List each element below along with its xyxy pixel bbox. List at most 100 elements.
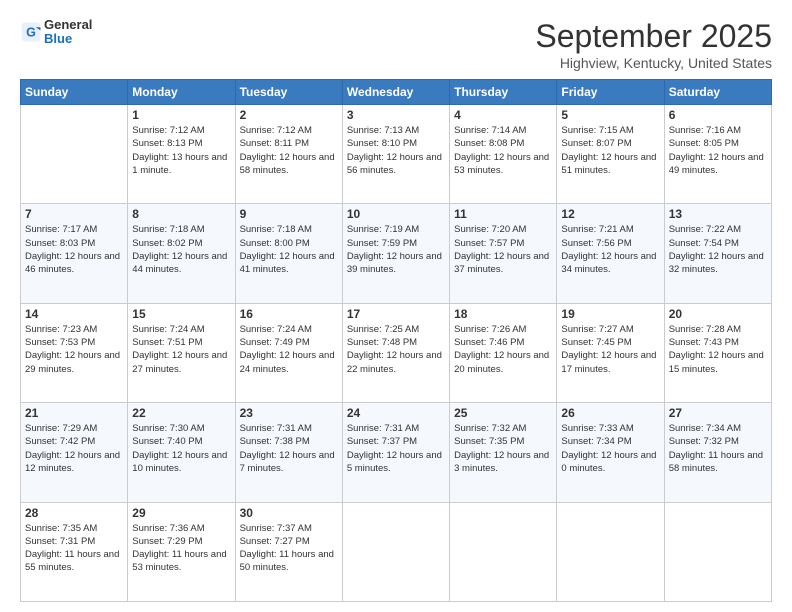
calendar-cell: 28 Sunrise: 7:35 AMSunset: 7:31 PMDayligh… [21, 502, 128, 601]
day-number: 11 [454, 207, 552, 221]
calendar-cell: 29Sunrise: 7:36 AMSunset: 7:29 PMDayligh… [128, 502, 235, 601]
calendar-title: September 2025 [535, 18, 772, 55]
day-number: 4 [454, 108, 552, 122]
cell-info: Sunrise: 7:18 AMSunset: 8:00 PMDaylight:… [240, 223, 338, 276]
cell-info: Sunrise: 7:20 AMSunset: 7:57 PMDaylight:… [454, 223, 552, 276]
day-header-saturday: Saturday [664, 80, 771, 105]
calendar-subtitle: Highview, Kentucky, United States [535, 55, 772, 71]
calendar-cell: 17Sunrise: 7:25 AMSunset: 7:48 PMDayligh… [342, 303, 449, 402]
week-row-3: 14 Sunrise: 7:23 AMSunset: 7:53 PMDayligh… [21, 303, 772, 402]
day-number: 5 [561, 108, 659, 122]
week-row-4: 21 Sunrise: 7:29 AMSunset: 7:42 PMDayligh… [21, 403, 772, 502]
cell-info: Sunrise: 7:27 AMSunset: 7:45 PMDaylight:… [561, 323, 659, 376]
day-number: 10 [347, 207, 445, 221]
cell-info: Sunrise: 7:31 AMSunset: 7:38 PMDaylight:… [240, 422, 338, 475]
days-header-row: SundayMondayTuesdayWednesdayThursdayFrid… [21, 80, 772, 105]
calendar-cell: 11 Sunrise: 7:20 AMSunset: 7:57 PMDayligh… [450, 204, 557, 303]
cell-info: Sunrise: 7:13 AMSunset: 8:10 PMDaylight:… [347, 124, 445, 177]
cell-info: Sunrise: 7:16 AMSunset: 8:05 PMDaylight:… [669, 124, 767, 177]
day-header-tuesday: Tuesday [235, 80, 342, 105]
calendar-cell: 12Sunrise: 7:21 AMSunset: 7:56 PMDayligh… [557, 204, 664, 303]
day-number: 26 [561, 406, 659, 420]
logo: G General Blue [20, 18, 92, 47]
day-number: 29 [132, 506, 230, 520]
svg-text:G: G [26, 26, 36, 40]
calendar-table: SundayMondayTuesdayWednesdayThursdayFrid… [20, 79, 772, 602]
day-number: 2 [240, 108, 338, 122]
day-number: 30 [240, 506, 338, 520]
cell-info: Sunrise: 7:33 AMSunset: 7:34 PMDaylight:… [561, 422, 659, 475]
cell-info: Sunrise: 7:35 AMSunset: 7:31 PMDaylight:… [25, 522, 123, 575]
day-number: 22 [132, 406, 230, 420]
calendar-cell: 19 Sunrise: 7:27 AMSunset: 7:45 PMDayligh… [557, 303, 664, 402]
day-number: 19 [561, 307, 659, 321]
cell-info: Sunrise: 7:14 AMSunset: 8:08 PMDaylight:… [454, 124, 552, 177]
day-number: 28 [25, 506, 123, 520]
calendar-cell: 5 Sunrise: 7:15 AMSunset: 8:07 PMDaylight… [557, 105, 664, 204]
cell-info: Sunrise: 7:15 AMSunset: 8:07 PMDaylight:… [561, 124, 659, 177]
cell-info: Sunrise: 7:32 AMSunset: 7:35 PMDaylight:… [454, 422, 552, 475]
day-header-sunday: Sunday [21, 80, 128, 105]
day-header-monday: Monday [128, 80, 235, 105]
calendar-cell [450, 502, 557, 601]
calendar-cell: 26 Sunrise: 7:33 AMSunset: 7:34 PMDayligh… [557, 403, 664, 502]
day-number: 27 [669, 406, 767, 420]
cell-info: Sunrise: 7:31 AMSunset: 7:37 PMDaylight:… [347, 422, 445, 475]
calendar-cell: 30Sunrise: 7:37 AMSunset: 7:27 PMDayligh… [235, 502, 342, 601]
day-number: 6 [669, 108, 767, 122]
day-number: 9 [240, 207, 338, 221]
day-number: 15 [132, 307, 230, 321]
calendar-cell: 15 Sunrise: 7:24 AMSunset: 7:51 PMDayligh… [128, 303, 235, 402]
cell-info: Sunrise: 7:18 AMSunset: 8:02 PMDaylight:… [132, 223, 230, 276]
cell-info: Sunrise: 7:30 AMSunset: 7:40 PMDaylight:… [132, 422, 230, 475]
day-header-thursday: Thursday [450, 80, 557, 105]
cell-info: Sunrise: 7:17 AMSunset: 8:03 PMDaylight:… [25, 223, 123, 276]
calendar-cell: 20Sunrise: 7:28 AMSunset: 7:43 PMDayligh… [664, 303, 771, 402]
day-number: 16 [240, 307, 338, 321]
calendar-cell: 8 Sunrise: 7:18 AMSunset: 8:02 PMDaylight… [128, 204, 235, 303]
cell-info: Sunrise: 7:29 AMSunset: 7:42 PMDaylight:… [25, 422, 123, 475]
cell-info: Sunrise: 7:12 AMSunset: 8:11 PMDaylight:… [240, 124, 338, 177]
calendar-cell: 21 Sunrise: 7:29 AMSunset: 7:42 PMDayligh… [21, 403, 128, 502]
day-number: 18 [454, 307, 552, 321]
week-row-5: 28 Sunrise: 7:35 AMSunset: 7:31 PMDayligh… [21, 502, 772, 601]
logo-icon: G [20, 21, 42, 43]
calendar-cell: 24Sunrise: 7:31 AMSunset: 7:37 PMDayligh… [342, 403, 449, 502]
calendar-cell: 3 Sunrise: 7:13 AMSunset: 8:10 PMDaylight… [342, 105, 449, 204]
cell-info: Sunrise: 7:12 AMSunset: 8:13 PMDaylight:… [132, 124, 230, 177]
day-number: 3 [347, 108, 445, 122]
day-number: 17 [347, 307, 445, 321]
calendar-cell: 22 Sunrise: 7:30 AMSunset: 7:40 PMDayligh… [128, 403, 235, 502]
calendar-cell [342, 502, 449, 601]
week-row-2: 7 Sunrise: 7:17 AMSunset: 8:03 PMDaylight… [21, 204, 772, 303]
calendar-cell: 16Sunrise: 7:24 AMSunset: 7:49 PMDayligh… [235, 303, 342, 402]
calendar-cell: 18 Sunrise: 7:26 AMSunset: 7:46 PMDayligh… [450, 303, 557, 402]
calendar-cell: 23Sunrise: 7:31 AMSunset: 7:38 PMDayligh… [235, 403, 342, 502]
calendar-cell: 7 Sunrise: 7:17 AMSunset: 8:03 PMDaylight… [21, 204, 128, 303]
cell-info: Sunrise: 7:24 AMSunset: 7:51 PMDaylight:… [132, 323, 230, 376]
day-number: 13 [669, 207, 767, 221]
day-number: 12 [561, 207, 659, 221]
cell-info: Sunrise: 7:23 AMSunset: 7:53 PMDaylight:… [25, 323, 123, 376]
day-number: 14 [25, 307, 123, 321]
calendar-cell [557, 502, 664, 601]
calendar-cell: 4 Sunrise: 7:14 AMSunset: 8:08 PMDaylight… [450, 105, 557, 204]
cell-info: Sunrise: 7:34 AMSunset: 7:32 PMDaylight:… [669, 422, 767, 475]
cell-info: Sunrise: 7:26 AMSunset: 7:46 PMDaylight:… [454, 323, 552, 376]
calendar-cell: 13 Sunrise: 7:22 AMSunset: 7:54 PMDayligh… [664, 204, 771, 303]
calendar-cell: 2 Sunrise: 7:12 AMSunset: 8:11 PMDaylight… [235, 105, 342, 204]
calendar-cell [664, 502, 771, 601]
page: G General Blue September 2025 Highview, … [0, 0, 792, 612]
logo-general-text: General [44, 18, 92, 32]
day-number: 21 [25, 406, 123, 420]
week-row-1: 1Sunrise: 7:12 AMSunset: 8:13 PMDaylight… [21, 105, 772, 204]
day-number: 8 [132, 207, 230, 221]
calendar-cell: 6 Sunrise: 7:16 AMSunset: 8:05 PMDaylight… [664, 105, 771, 204]
day-header-wednesday: Wednesday [342, 80, 449, 105]
cell-info: Sunrise: 7:22 AMSunset: 7:54 PMDaylight:… [669, 223, 767, 276]
day-number: 7 [25, 207, 123, 221]
cell-info: Sunrise: 7:19 AMSunset: 7:59 PMDaylight:… [347, 223, 445, 276]
day-number: 20 [669, 307, 767, 321]
header: G General Blue September 2025 Highview, … [20, 18, 772, 71]
logo-blue-text: Blue [44, 32, 92, 46]
